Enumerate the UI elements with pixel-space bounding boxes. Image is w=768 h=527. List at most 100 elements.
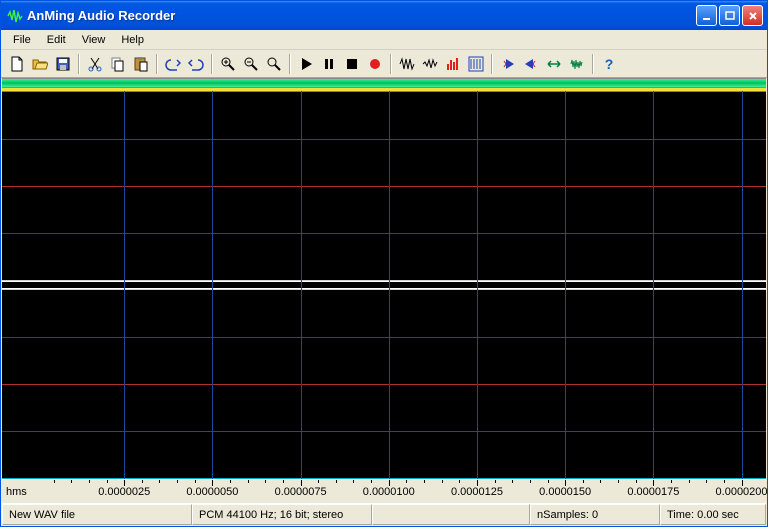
waveform-area[interactable] [2, 91, 766, 479]
help-button[interactable]: ? [597, 53, 620, 75]
equalizer-button[interactable] [464, 53, 487, 75]
ruler-tick-minor [618, 480, 619, 483]
stop-button[interactable] [340, 53, 363, 75]
channel-divider [2, 281, 766, 289]
ruler-tick-minor [424, 480, 425, 483]
ruler-tick-minor [600, 480, 601, 483]
ruler-tick-minor [706, 480, 707, 483]
grid-hline [2, 139, 766, 140]
zero-line-right [2, 384, 766, 385]
grid-vline [653, 91, 654, 479]
redo-button[interactable] [184, 53, 207, 75]
ruler-tick-label: 0.0000200 [716, 486, 768, 498]
cut-button[interactable] [83, 53, 106, 75]
ruler-tick-minor [54, 480, 55, 483]
toolbar: ? [1, 50, 767, 78]
ruler-tick-minor [230, 480, 231, 483]
wave-channel-left [2, 91, 766, 281]
window-title: AnMing Audio Recorder [27, 8, 696, 23]
ruler-tick-minor [548, 480, 549, 483]
ruler-tick-minor [265, 480, 266, 483]
open-button[interactable] [28, 53, 51, 75]
status-samples: nSamples: 0 [530, 504, 660, 525]
status-blank [372, 504, 530, 525]
copy-button[interactable] [106, 53, 129, 75]
grid-vline [389, 91, 390, 479]
save-button[interactable] [51, 53, 74, 75]
ruler-tick-minor [512, 480, 513, 483]
ruler-tick-minor [353, 480, 354, 483]
grid-vline [124, 91, 125, 479]
zero-line-left [2, 186, 766, 187]
menu-help[interactable]: Help [113, 32, 152, 48]
ruler-tick-minor [159, 480, 160, 483]
svg-text:?: ? [604, 56, 613, 72]
status-bar: New WAV file PCM 44100 Hz; 16 bit; stere… [2, 503, 766, 525]
ruler-tick-minor [336, 480, 337, 483]
ruler-tick-label: 0.0000100 [363, 486, 415, 498]
grid-vline [565, 91, 566, 479]
grid-vline [301, 91, 302, 479]
close-button[interactable] [742, 5, 763, 26]
menu-file[interactable]: File [5, 32, 39, 48]
stretch-button[interactable] [542, 53, 565, 75]
noise-button[interactable] [565, 53, 588, 75]
ruler-tick-minor [442, 480, 443, 483]
ruler-tick-label: 0.0000025 [98, 486, 150, 498]
menu-view[interactable]: View [74, 32, 114, 48]
play-button[interactable] [294, 53, 317, 75]
grid-vline [212, 91, 213, 479]
ruler-tick-minor [177, 480, 178, 483]
menu-edit[interactable]: Edit [39, 32, 74, 48]
ruler-tick-minor [636, 480, 637, 483]
grid-vline [742, 91, 743, 479]
undo-button[interactable] [161, 53, 184, 75]
zoom-out-button[interactable] [239, 53, 262, 75]
reverse-button[interactable] [496, 53, 519, 75]
ruler-tick-minor [671, 480, 672, 483]
maximize-button[interactable] [719, 5, 740, 26]
ruler-tick-minor [107, 480, 108, 483]
ruler-tick-label: 0.0000050 [186, 486, 238, 498]
ruler-tick-minor [248, 480, 249, 483]
wave-effect-button[interactable] [395, 53, 418, 75]
app-icon [7, 8, 23, 24]
ruler-tick-minor [583, 480, 584, 483]
menu-bar: File Edit View Help [1, 30, 767, 50]
forward-button[interactable] [519, 53, 542, 75]
time-ruler[interactable]: hms 0.0000025 0.0000050 0.0000075 0.0000100… [2, 479, 766, 503]
grid-hline [2, 233, 766, 234]
pause-button[interactable] [317, 53, 340, 75]
title-bar: AnMing Audio Recorder [1, 1, 767, 30]
ruler-tick-minor [689, 480, 690, 483]
zoom-fit-button[interactable] [262, 53, 285, 75]
minimize-button[interactable] [696, 5, 717, 26]
ruler-tick-label: 0.0000075 [275, 486, 327, 498]
ruler-tick-minor [459, 480, 460, 483]
analyze-button[interactable] [441, 53, 464, 75]
ruler-tick-minor [530, 480, 531, 483]
wave-channel-right [2, 289, 766, 479]
grid-vline [477, 91, 478, 479]
ruler-tick-minor [71, 480, 72, 483]
zoom-in-button[interactable] [216, 53, 239, 75]
position-strip[interactable] [2, 78, 766, 88]
status-file: New WAV file [2, 504, 192, 525]
new-button[interactable] [5, 53, 28, 75]
ruler-tick-minor [318, 480, 319, 483]
ruler-tick-label: 0.0000125 [451, 486, 503, 498]
ruler-tick-label: 0.0000150 [539, 486, 591, 498]
grid-hline [2, 431, 766, 432]
ruler-tick-minor [371, 480, 372, 483]
ruler-tick-minor [89, 480, 90, 483]
grid-hline [2, 337, 766, 338]
ruler-tick-minor [283, 480, 284, 483]
status-format: PCM 44100 Hz; 16 bit; stereo [192, 504, 372, 525]
paste-button[interactable] [129, 53, 152, 75]
ruler-tick-minor [724, 480, 725, 483]
fade-effect-button[interactable] [418, 53, 441, 75]
ruler-unit-label: hms [6, 486, 27, 498]
status-time: Time: 0.00 sec [660, 504, 766, 525]
ruler-tick-minor [406, 480, 407, 483]
record-button[interactable] [363, 53, 386, 75]
